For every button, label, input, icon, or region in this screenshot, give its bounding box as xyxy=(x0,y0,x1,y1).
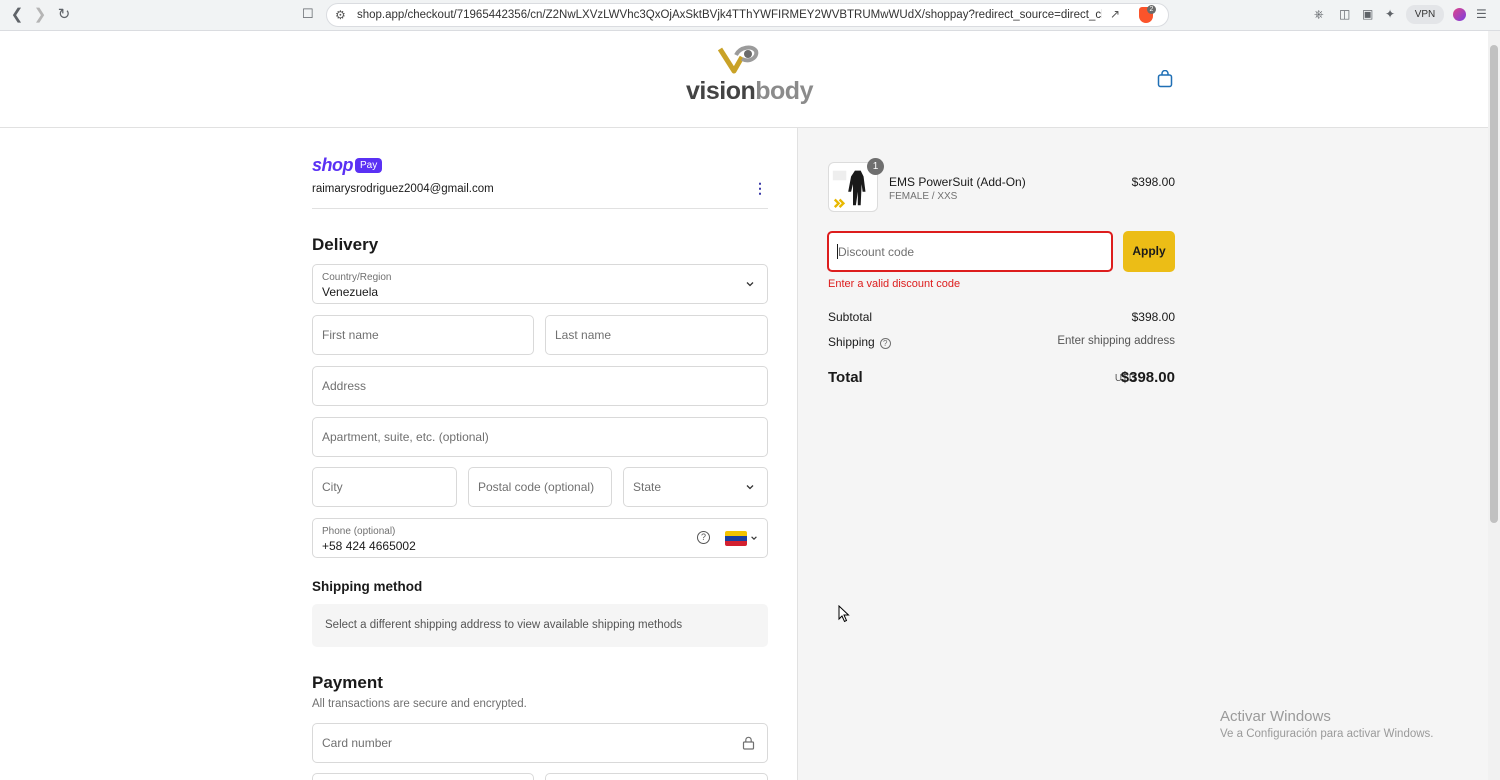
scrollbar-thumb[interactable] xyxy=(1490,45,1498,523)
product-variant: FEMALE / XXS xyxy=(889,191,958,202)
discount-code-input[interactable]: Discount code xyxy=(827,231,1113,272)
more-options-icon[interactable]: ⋮ xyxy=(752,179,768,197)
address-placeholder: Address xyxy=(322,379,367,393)
apply-discount-button[interactable]: Apply xyxy=(1123,231,1175,272)
shield-count-badge: 2 xyxy=(1147,5,1156,14)
first-name-placeholder: First name xyxy=(322,328,379,342)
last-name-placeholder: Last name xyxy=(555,328,612,342)
total-label: Total xyxy=(828,369,863,386)
phone-label: Phone (optional) xyxy=(322,526,396,537)
bookmark-icon[interactable]: ☐ xyxy=(302,6,314,22)
card-number-placeholder: Card number xyxy=(322,736,393,750)
delivery-heading: Delivery xyxy=(312,235,379,254)
apartment-placeholder: Apartment, suite, etc. (optional) xyxy=(322,430,489,444)
sidebar-icon[interactable]: ◫ xyxy=(1339,7,1350,21)
first-name-field[interactable]: First name xyxy=(312,315,534,355)
browser-toolbar: ❮ ❯ ↻ ☐ ⚙ shop.app/checkout/71965442356/… xyxy=(0,0,1500,31)
chevron-down-icon xyxy=(746,485,754,490)
store-logo[interactable]: visionbody xyxy=(686,45,813,107)
shop-pay-logo: shop Pay xyxy=(312,155,383,175)
wallet-icon[interactable]: ▣ xyxy=(1362,7,1373,21)
phone-field[interactable]: Phone (optional) +58 424 4665002 ? xyxy=(312,518,768,558)
reload-icon[interactable]: ↻ xyxy=(54,6,74,26)
shipping-label: Shipping xyxy=(828,335,875,349)
shipping-method-notice: Select a different shipping address to v… xyxy=(312,604,768,647)
state-placeholder: State xyxy=(633,480,662,494)
apartment-field[interactable]: Apartment, suite, etc. (optional) xyxy=(312,417,768,457)
divider xyxy=(312,208,768,209)
country-label: Country/Region xyxy=(322,272,392,283)
security-code-field[interactable] xyxy=(545,773,768,780)
discount-placeholder: Discount code xyxy=(838,245,915,259)
last-name-field[interactable]: Last name xyxy=(545,315,768,355)
logo-mark-icon xyxy=(718,45,759,74)
cart-bag-icon[interactable] xyxy=(1157,70,1173,88)
total-value: $398.00 xyxy=(1120,369,1175,386)
shipping-value: Enter shipping address xyxy=(1057,335,1175,347)
card-number-field[interactable]: Card number xyxy=(312,723,768,763)
phone-value: +58 424 4665002 xyxy=(322,539,416,553)
city-field[interactable]: City xyxy=(312,467,457,507)
order-summary-panel xyxy=(797,128,1488,780)
url-text[interactable]: shop.app/checkout/71965442356/cn/Z2NwLXV… xyxy=(357,9,1102,21)
country-value: Venezuela xyxy=(322,285,379,299)
lock-icon xyxy=(742,736,755,750)
address-bar[interactable]: ⚙ shop.app/checkout/71965442356/cn/Z2NwL… xyxy=(326,3,1169,27)
mouse-cursor-icon xyxy=(838,605,850,623)
postal-code-placeholder: Postal code (optional) xyxy=(478,480,595,494)
share-icon[interactable]: ↗ xyxy=(1110,7,1120,21)
payment-heading: Payment xyxy=(312,673,383,692)
subtotal-value: $398.00 xyxy=(1131,310,1175,324)
help-icon[interactable]: ? xyxy=(879,338,891,349)
country-select[interactable]: Country/Region Venezuela xyxy=(312,264,768,304)
account-email: raimarysrodriguez2004@gmail.com xyxy=(312,183,494,195)
forward-icon[interactable]: ❯ xyxy=(30,6,50,26)
windows-activation-subtitle: Ve a Configuración para activar Windows. xyxy=(1220,728,1434,740)
leo-ai-icon[interactable]: ✦ xyxy=(1385,7,1395,21)
logo-wordmark: visionbody xyxy=(686,77,813,105)
shipping-row: Shipping? xyxy=(828,335,891,349)
city-placeholder: City xyxy=(322,480,343,494)
expiration-field[interactable] xyxy=(312,773,534,780)
chevron-down-icon xyxy=(746,282,754,287)
address-field[interactable]: Address xyxy=(312,366,768,406)
quantity-badge: 1 xyxy=(867,158,884,175)
chevron-down-icon[interactable] xyxy=(750,534,758,542)
menu-icon[interactable]: ☰ xyxy=(1476,7,1487,21)
shipping-method-heading: Shipping method xyxy=(312,579,423,594)
vpn-button[interactable]: VPN xyxy=(1406,5,1444,24)
site-settings-icon[interactable]: ⚙ xyxy=(335,8,346,22)
store-header: visionbody xyxy=(0,31,1488,128)
page-scrollbar[interactable] xyxy=(1488,31,1500,780)
shipping-method-message: Select a different shipping address to v… xyxy=(325,619,683,631)
product-name: EMS PowerSuit (Add-On) xyxy=(889,175,1026,189)
state-select[interactable]: State xyxy=(623,467,768,507)
discount-error-message: Enter a valid discount code xyxy=(828,278,961,290)
help-icon[interactable]: ? xyxy=(697,531,710,544)
venezuela-flag-icon[interactable] xyxy=(725,531,747,546)
product-price: $398.00 xyxy=(1131,175,1175,189)
postal-code-field[interactable]: Postal code (optional) xyxy=(468,467,612,507)
subtotal-label: Subtotal xyxy=(828,310,873,324)
profile-avatar[interactable] xyxy=(1453,8,1466,21)
extensions-icon[interactable]: ⎈ xyxy=(1314,7,1324,22)
back-icon[interactable]: ❮ xyxy=(7,6,27,26)
windows-activation-title: Activar Windows xyxy=(1220,708,1331,725)
payment-secure-text: All transactions are secure and encrypte… xyxy=(312,698,527,710)
